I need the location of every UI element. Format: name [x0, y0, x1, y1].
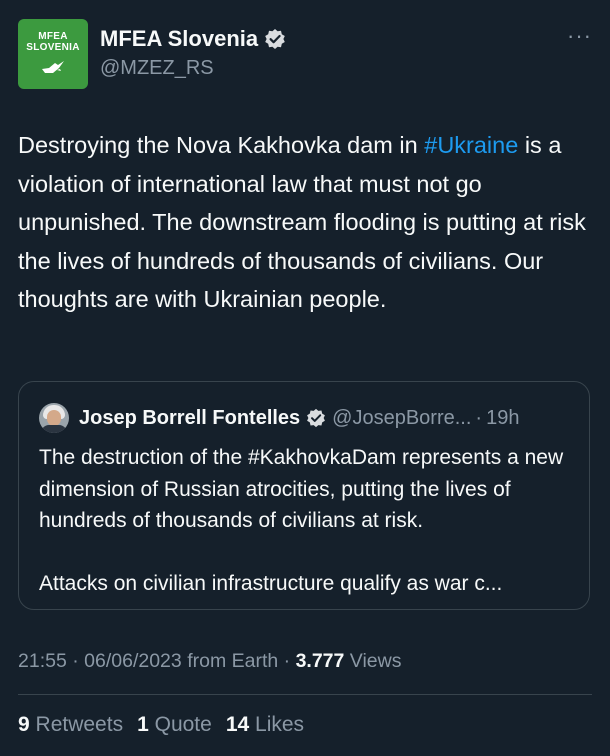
views-count: 3.777: [295, 650, 345, 672]
quoted-author-handle[interactable]: @JosepBorre...: [332, 407, 471, 430]
views-label: Views: [349, 650, 402, 672]
quoted-tweet[interactable]: Josep Borrell Fontelles @JosepBorre... ·…: [18, 381, 590, 610]
quoted-tweet-header: Josep Borrell Fontelles @JosepBorre... ·…: [39, 403, 519, 433]
author-name-row: MFEA Slovenia: [100, 26, 286, 52]
divider: [18, 694, 592, 695]
more-options-icon[interactable]: ···: [567, 23, 592, 49]
retweets-count: 9: [18, 713, 30, 736]
quoted-author-avatar[interactable]: [39, 403, 69, 433]
quoted-timestamp[interactable]: 19h: [486, 407, 519, 430]
author-display-name[interactable]: MFEA Slovenia: [100, 26, 258, 52]
likes-count: 14: [225, 713, 250, 736]
quotes-count: 1: [137, 713, 149, 736]
hashtag-link[interactable]: #Ukraine: [424, 132, 518, 158]
quoted-tweet-text: The destruction of the #KakhovkaDam repr…: [39, 442, 579, 600]
quoted-separator: ·: [475, 406, 483, 429]
likes-label: Likes: [255, 713, 305, 736]
post-time[interactable]: 21:55: [18, 650, 67, 672]
retweets-stat[interactable]: 9 Retweets: [18, 713, 123, 737]
post-date[interactable]: 06/06/2023: [84, 650, 182, 672]
avatar-text-line1: MFEA: [38, 31, 68, 42]
meta-separator: ·: [72, 650, 79, 672]
quotes-label: Quote: [154, 713, 212, 736]
quoted-author-name[interactable]: Josep Borrell Fontelles: [79, 407, 300, 430]
tweet-header: MFEA SLOVENIA MFEA Slovenia @MZEZ_RS ···: [18, 19, 592, 89]
author-avatar[interactable]: MFEA SLOVENIA: [18, 19, 88, 89]
tweet-text-part2: is a violation of international law that…: [18, 132, 586, 312]
quoted-paragraph-1: The destruction of the #KakhovkaDam repr…: [39, 446, 564, 532]
author-handle[interactable]: @MZEZ_RS: [100, 57, 214, 80]
post-source: from Earth: [187, 650, 279, 672]
quoted-paragraph-2: Attacks on civilian infrastructure quali…: [39, 572, 503, 595]
engagement-stats: 9 Retweets 1 Quote 14 Likes: [18, 713, 318, 737]
tweet-meta: 21:55 · 06/06/2023 from Earth · 3.777 Vi…: [18, 650, 401, 673]
dove-icon: [42, 61, 64, 73]
avatar-text-line2: SLOVENIA: [26, 42, 80, 53]
quotes-stat[interactable]: 1 Quote: [137, 713, 212, 737]
retweets-label: Retweets: [35, 713, 124, 736]
tweet-text: Destroying the Nova Kakhovka dam in #Ukr…: [18, 126, 592, 319]
tweet-detail: MFEA SLOVENIA MFEA Slovenia @MZEZ_RS ···…: [0, 0, 610, 756]
meta-separator: ·: [283, 650, 291, 672]
verified-badge-icon: [307, 408, 326, 428]
tweet-text-part1: Destroying the Nova Kakhovka dam in: [18, 132, 425, 158]
verified-badge-icon: [265, 29, 285, 49]
likes-stat[interactable]: 14 Likes: [226, 713, 304, 737]
